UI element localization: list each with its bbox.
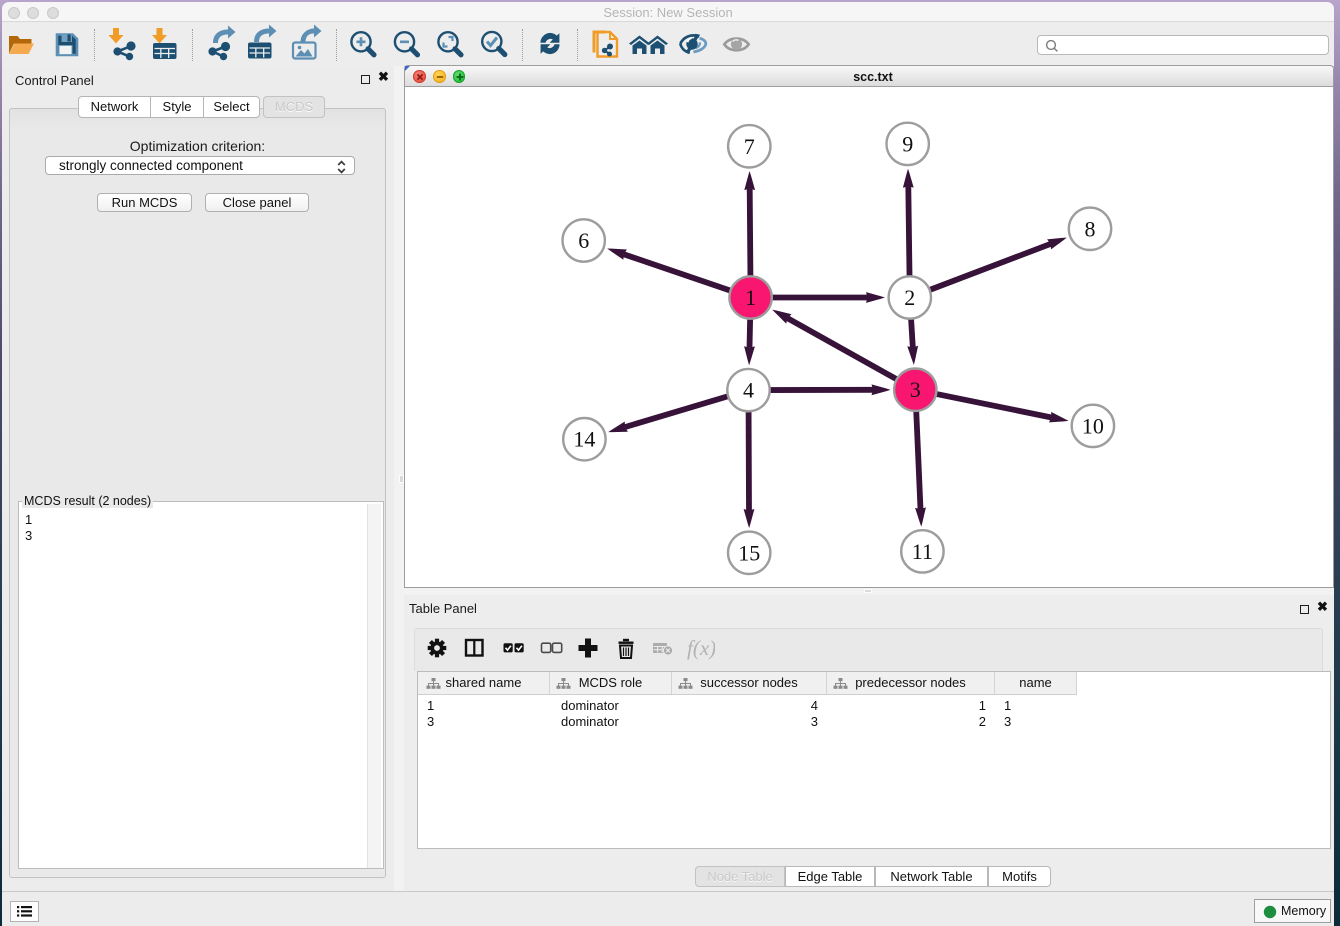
svg-text:4: 4 <box>743 378 754 403</box>
svg-text:8: 8 <box>1085 216 1096 241</box>
svg-text:15: 15 <box>738 540 760 565</box>
svg-text:7: 7 <box>744 134 755 159</box>
svg-text:10: 10 <box>1082 413 1104 438</box>
svg-text:11: 11 <box>912 539 933 564</box>
svg-text:6: 6 <box>578 228 589 253</box>
svg-text:14: 14 <box>573 427 595 452</box>
svg-text:3: 3 <box>910 377 921 402</box>
svg-text:9: 9 <box>902 131 913 156</box>
svg-text:1: 1 <box>745 285 756 310</box>
svg-text:f(x): f(x) <box>687 636 715 660</box>
svg-text:2: 2 <box>904 285 915 310</box>
